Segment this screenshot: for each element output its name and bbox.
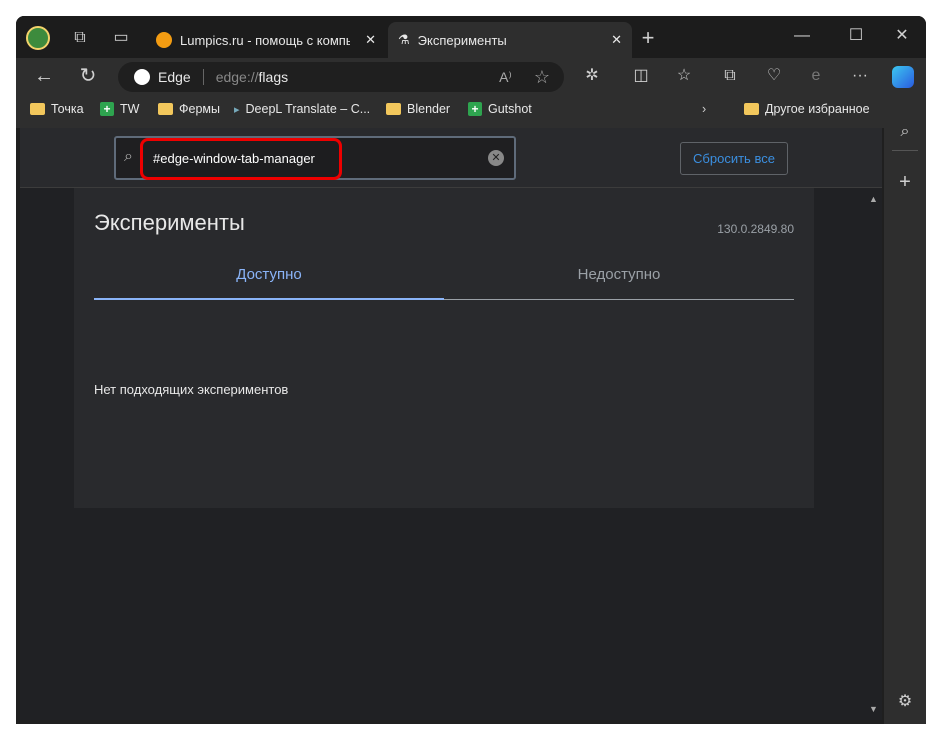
toolbar: ← ↻ Edge edge://flags A⁾ ☆ ✲ ◫ ☆ ⧉ ♡ e ·… [16,58,926,94]
search-icon: ⌕ [124,148,133,165]
address-bar[interactable]: Edge edge://flags A⁾ ☆ [118,62,564,92]
profile-avatar[interactable] [26,26,50,50]
deepl-icon: ▸ [234,103,240,116]
read-aloud-icon[interactable]: A⁾ [499,69,512,86]
bookmark-gutshot[interactable]: + Gutshot [468,102,532,116]
bookmark-blender[interactable]: Blender [386,102,450,116]
folder-icon [386,103,401,115]
vertical-tabs-icon[interactable]: ▭ [107,24,135,52]
divider [202,69,204,85]
version-label: 130.0.2849.80 [717,222,794,236]
scroll-down-icon[interactable]: ▼ [869,704,878,714]
reset-all-button[interactable]: Сбросить все [680,142,788,175]
flags-header: ⌕ ✕ #edge-window-tab-manager Сбросить вс… [20,128,882,188]
bookmark-tw[interactable]: + TW [100,102,139,116]
search-value[interactable]: #edge-window-tab-manager [140,138,342,180]
sheets-icon: + [100,102,114,116]
tab-strip: ⧉ ▭ Lumpics.ru - помощь с компьютером ✕ … [16,16,926,58]
orange-icon [156,32,172,48]
search-icon[interactable]: ⌕ [891,118,919,146]
clear-search-icon[interactable]: ✕ [488,150,504,166]
refresh-icon[interactable]: ↻ [74,62,102,90]
bookmark-deepl[interactable]: ▸ DeepL Translate – C... [234,102,370,116]
split-screen-icon[interactable]: ◫ [627,62,655,90]
scrollbar[interactable]: ▲ ▼ [864,188,882,720]
edge-icon [134,69,150,85]
browser-essentials-icon[interactable]: ♡ [760,62,788,90]
collections-icon[interactable]: ⧉ [716,62,744,90]
tab-experiments[interactable]: ⚗ Эксперименты ✕ [388,22,632,58]
flags-page: ⌕ ✕ #edge-window-tab-manager Сбросить вс… [20,128,882,720]
bookmark-tochka[interactable]: Точка [30,102,84,116]
settings-icon[interactable]: ⚙ [891,688,919,716]
more-icon[interactable]: ··· [846,62,874,90]
empty-message: Нет подходящих экспериментов [94,382,289,397]
copilot-icon[interactable] [892,66,914,88]
bookmark-fermy[interactable]: Фермы [158,102,220,116]
page-title: Эксперименты [94,210,245,235]
favorites-bar: Точка + TW Фермы ▸ DeepL Translate – C... … [16,94,926,128]
scroll-up-icon[interactable]: ▲ [869,194,878,204]
flask-icon: ⚗ [398,32,410,47]
new-tab-icon[interactable]: + [634,24,662,52]
tab-unavailable[interactable]: Недоступно [444,258,794,300]
sheets-icon: + [468,102,482,116]
flags-card: Эксперименты 130.0.2849.80 Доступно Недо… [74,188,814,508]
ie-mode-icon[interactable]: e [802,62,830,90]
favorites-icon[interactable]: ☆ [670,62,698,90]
folder-icon [744,103,759,115]
close-icon[interactable]: ✕ [611,32,622,48]
close-icon[interactable]: ✕ [365,32,376,48]
back-icon[interactable]: ← [30,62,58,90]
browser-window: ⧉ ▭ Lumpics.ru - помощь с компьютером ✕ … [16,16,926,724]
favorite-star-icon[interactable]: ☆ [534,67,550,88]
folder-icon [30,103,45,115]
maximize-icon[interactable]: ☐ [842,22,870,50]
folder-icon [158,103,173,115]
divider [892,150,918,151]
close-window-icon[interactable]: ✕ [888,22,916,50]
chevron-right-icon[interactable]: › [702,102,706,116]
add-icon[interactable]: + [891,168,919,196]
workspaces-icon[interactable]: ⧉ [66,24,94,52]
extensions-icon[interactable]: ✲ [578,62,606,90]
other-favorites[interactable]: Другое избранное [744,102,870,116]
tab-lumpics[interactable]: Lumpics.ru - помощь с компьютером ✕ [146,22,386,58]
minimize-icon[interactable]: — [788,22,816,50]
sidebar: ⌕ + ⚙ [884,123,926,724]
tab-available[interactable]: Доступно [94,258,444,300]
